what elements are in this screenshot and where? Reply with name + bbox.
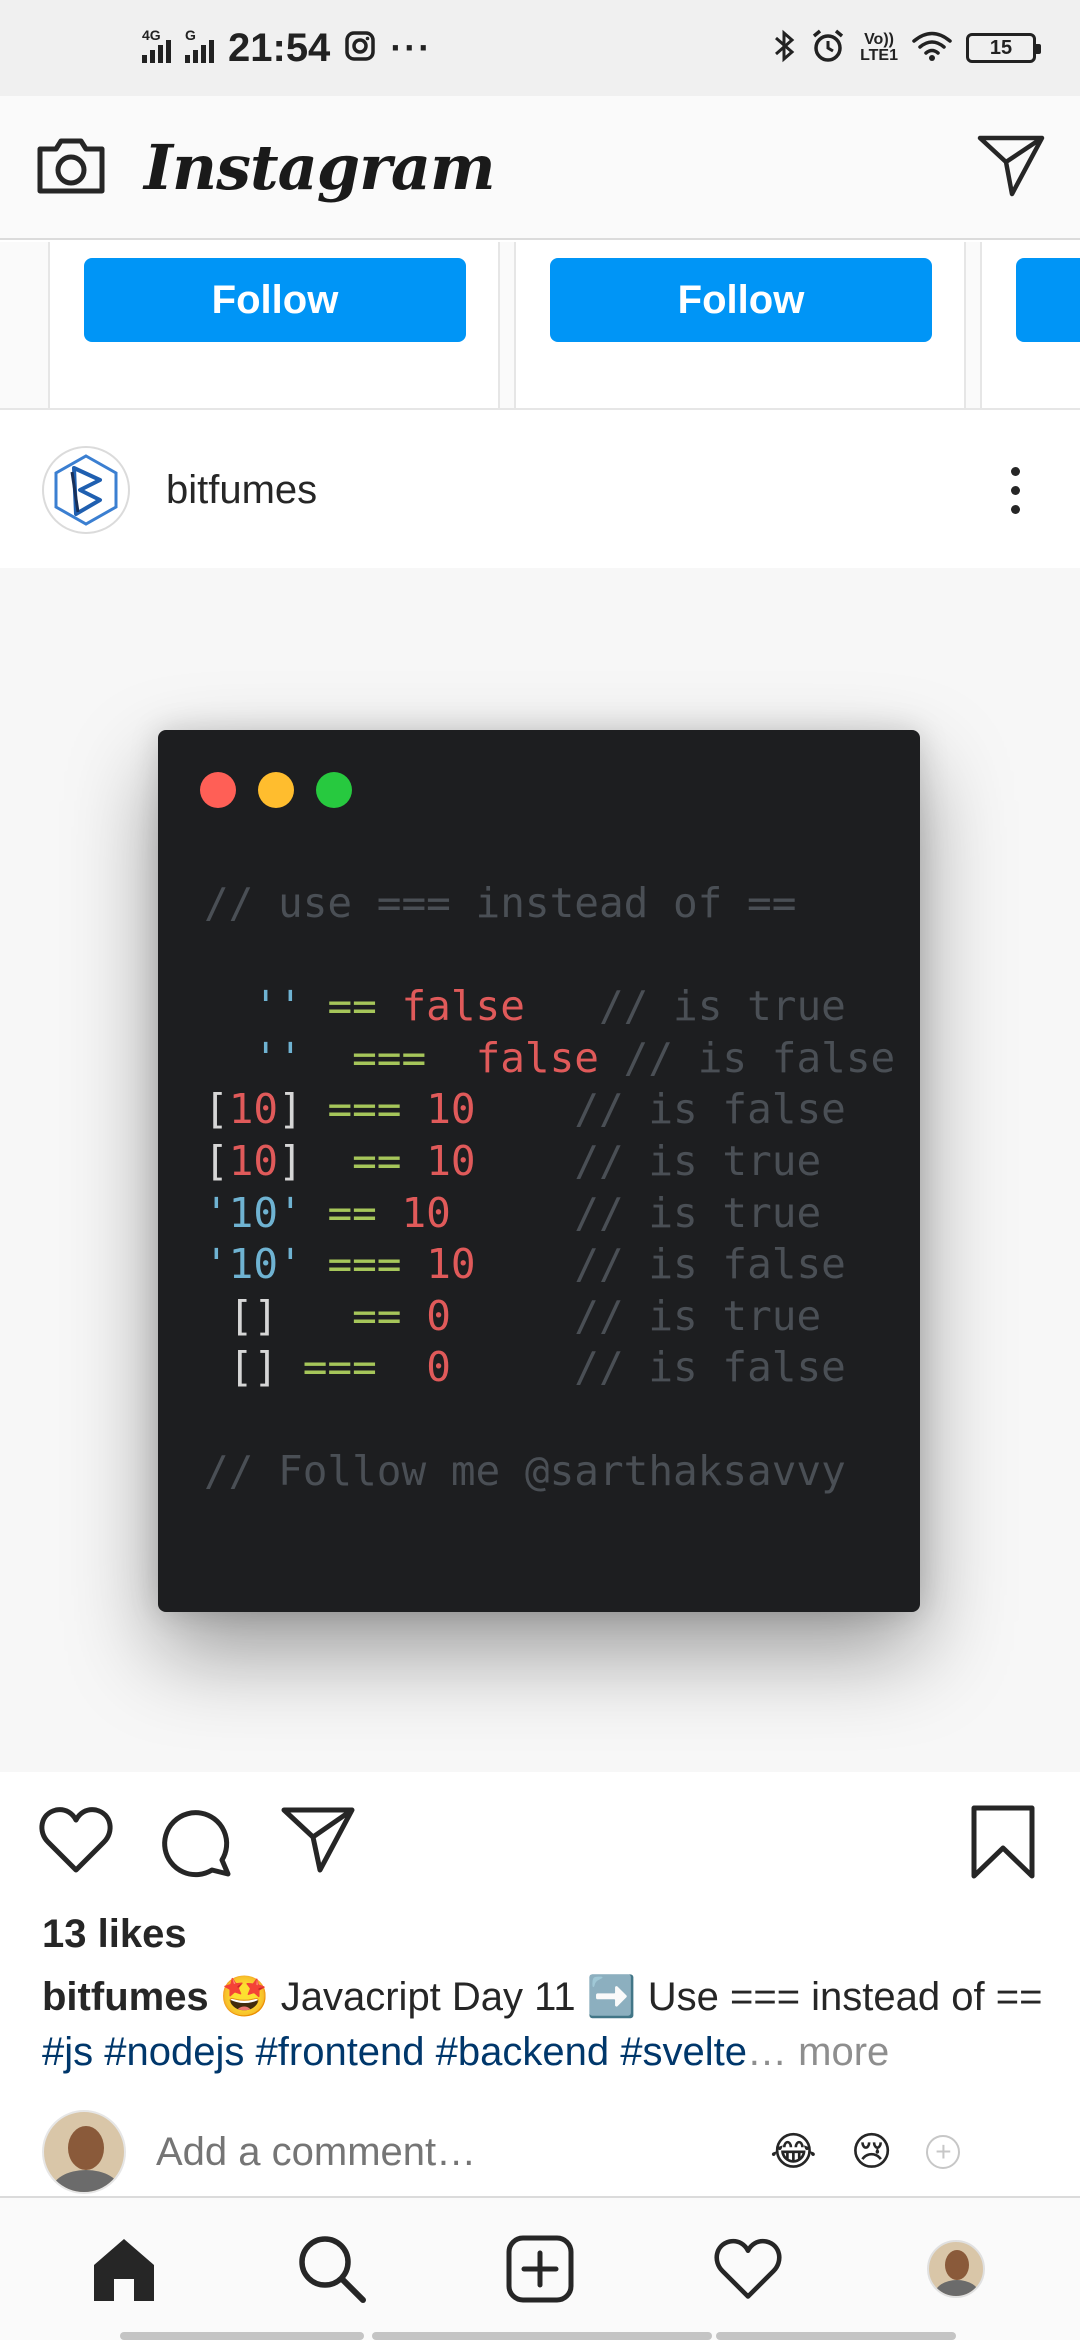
code-line: [10] == 10 // is true — [204, 1136, 822, 1185]
network-type-label-2: G — [185, 27, 196, 43]
volte-top: Vo)) — [864, 31, 894, 48]
quick-reaction-cry[interactable]: 😢 — [851, 2129, 893, 2175]
caption-arrow-emoji: ➡️ — [586, 1975, 637, 2019]
cellular-signal-g-icon: G — [185, 27, 214, 63]
post-caption: bitfumes 🤩 Javacript Day 11 ➡️ Use === i… — [42, 1970, 1052, 2080]
like-count[interactable]: 13 likes — [42, 1912, 187, 1957]
direct-message-icon[interactable] — [976, 132, 1046, 203]
app-header: Instagram — [0, 96, 1080, 240]
code-line: '' == false // is true — [253, 982, 846, 1031]
suggested-accounts-strip[interactable]: Follow Follow — [0, 242, 1080, 410]
alarm-icon — [810, 28, 846, 69]
caption-emoji: 🤩 — [219, 1975, 270, 2019]
status-bar: 4G G 21:54 ··· Vo)) LTE1 15 — [0, 0, 1080, 96]
code-snippet: // use === instead of == '' == false // … — [204, 878, 895, 1497]
search-icon[interactable] — [282, 2219, 382, 2319]
comment-icon[interactable] — [158, 1804, 234, 1880]
suggestion-card-partial — [980, 242, 1080, 408]
bluetooth-icon — [772, 28, 796, 69]
status-bar-left: 4G G 21:54 ··· — [142, 26, 432, 71]
code-line: // use === instead of == — [204, 879, 797, 927]
caption-username[interactable]: bitfumes — [42, 1975, 209, 2019]
gesture-bar-segment — [716, 2332, 956, 2340]
save-bookmark-icon[interactable] — [970, 1804, 1036, 1880]
add-comment-input[interactable] — [156, 2129, 756, 2175]
caption-text-2: Use === instead of == — [636, 1975, 1043, 2019]
window-controls — [200, 772, 352, 808]
post-header: bitfumes — [0, 412, 1080, 568]
code-line: [] === 0 // is false — [228, 1343, 846, 1392]
maximize-dot-icon — [316, 772, 352, 808]
hashtag[interactable]: #frontend — [256, 2030, 425, 2074]
post-actions — [0, 1772, 1080, 1912]
follow-button[interactable]: Follow — [84, 258, 466, 342]
quick-reaction-laugh[interactable]: 😂 — [770, 2129, 817, 2175]
follow-button[interactable]: Follow — [550, 258, 932, 342]
wifi-icon — [912, 30, 952, 67]
clock: 21:54 — [228, 25, 331, 70]
caption-text: Javacript Day 11 — [269, 1975, 587, 2019]
battery-icon: 15 — [966, 33, 1041, 63]
like-heart-icon[interactable] — [36, 1804, 116, 1876]
battery-level: 15 — [989, 36, 1013, 59]
code-line: '10' == 10 // is true — [204, 1188, 822, 1237]
code-line: '' === false // is false — [253, 1033, 896, 1082]
code-line: '10' === 10 // is false — [204, 1240, 846, 1289]
gesture-bar-segment — [120, 2332, 364, 2340]
post-options-icon[interactable] — [993, 457, 1038, 524]
post-author-avatar[interactable] — [42, 446, 130, 534]
caption-ellipsis: … — [747, 2030, 788, 2074]
caption-more-link[interactable]: more — [787, 2030, 889, 2074]
profile-avatar — [927, 2240, 985, 2298]
network-type-label: 4G — [142, 27, 161, 43]
code-line: [10] === 10 // is false — [204, 1085, 846, 1134]
activity-heart-icon[interactable] — [698, 2219, 798, 2319]
bottom-navigation — [0, 2196, 1080, 2340]
instagram-logo[interactable]: Instagram — [144, 131, 496, 204]
gesture-bar-segment — [372, 2332, 712, 2340]
camera-icon[interactable] — [34, 133, 108, 202]
add-comment-row: 😂 😢 + — [0, 2104, 1080, 2200]
home-icon[interactable] — [74, 2219, 174, 2319]
hashtag[interactable]: #svelte — [620, 2030, 747, 2074]
more-notifications-icon: ··· — [390, 27, 433, 68]
code-line: [] == 0 // is true — [228, 1291, 822, 1340]
volte-bottom: LTE1 — [860, 47, 898, 64]
status-bar-right: Vo)) LTE1 15 — [772, 28, 1041, 69]
add-reaction-icon[interactable]: + — [926, 2135, 961, 2169]
add-reaction-symbol: + — [935, 2136, 952, 2167]
share-icon[interactable] — [280, 1804, 356, 1874]
hashtag[interactable]: #backend — [436, 2030, 609, 2074]
hashtag[interactable]: #js — [42, 2030, 93, 2074]
current-user-avatar — [42, 2110, 126, 2194]
follow-button[interactable] — [1016, 258, 1080, 342]
bitfumes-logo-icon — [54, 454, 118, 526]
minimize-dot-icon — [258, 772, 294, 808]
instagram-notification-icon — [344, 30, 376, 67]
hashtag[interactable]: #nodejs — [104, 2030, 244, 2074]
code-line: // Follow me @sarthaksavvy — [204, 1446, 846, 1495]
profile-tab[interactable] — [906, 2219, 1006, 2319]
new-post-icon[interactable] — [490, 2219, 590, 2319]
cellular-signal-4g-icon: 4G — [142, 27, 171, 63]
post-image[interactable]: // use === instead of == '' == false // … — [0, 568, 1080, 1772]
volte-indicator: Vo)) LTE1 — [860, 32, 898, 64]
close-dot-icon — [200, 772, 236, 808]
suggestion-card: Follow — [514, 242, 966, 408]
suggestion-card: Follow — [48, 242, 500, 408]
code-window: // use === instead of == '' == false // … — [158, 730, 920, 1612]
post-author-username[interactable]: bitfumes — [166, 468, 317, 513]
